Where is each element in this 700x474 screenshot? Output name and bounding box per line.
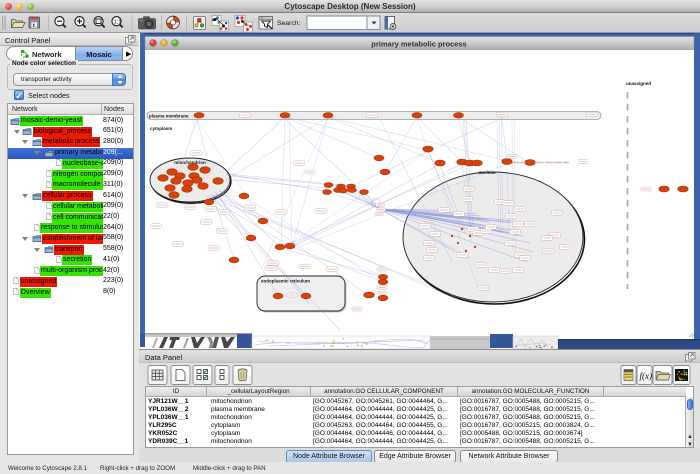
svg-text:plasma membrane: plasma membrane [149,114,189,119]
svg-text:1:1: 1:1 [114,20,122,26]
svg-text:unassigned: unassigned [626,81,651,86]
svg-text:Search:: Search: [277,20,301,27]
svg-text:cytoplasm: cytoplasm [150,126,172,131]
svg-text:primary metabolic process: primary metabolic process [371,40,466,49]
svg-text:f(x): f(x) [640,371,653,381]
